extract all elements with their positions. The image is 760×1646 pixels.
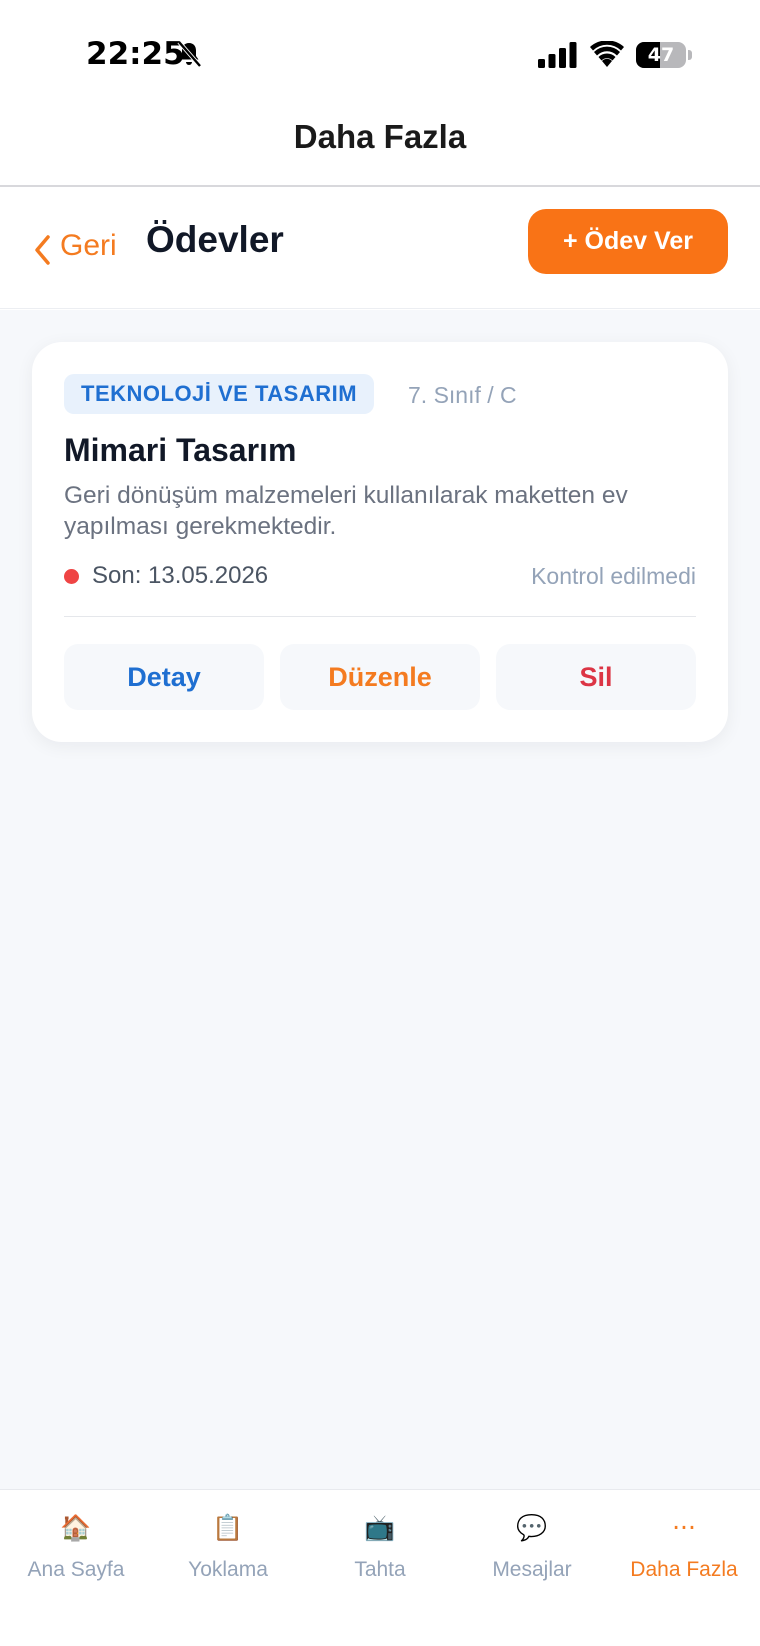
battery-indicator: 47 <box>636 42 692 68</box>
page-header: Geri Ödevler + Ödev Ver <box>0 187 760 309</box>
class-label: 7. Sınıf / C <box>408 382 517 408</box>
nav-title: Daha Fazla <box>293 118 467 155</box>
back-label: Geri <box>60 229 117 262</box>
tab-attendance[interactable]: 📋 Yoklama <box>152 1490 304 1610</box>
homework-title: Mimari Tasarım <box>64 432 297 468</box>
tab-label: Tahta <box>354 1558 406 1581</box>
tab-label: Daha Fazla <box>630 1558 738 1581</box>
tab-bar: 🏠 Ana Sayfa 📋 Yoklama 📺 Tahta 💬 Mesajlar… <box>0 1489 760 1646</box>
battery-level: 47 <box>647 44 675 66</box>
delete-button[interactable]: Sil <box>496 644 696 710</box>
status-bar: 22:25 47 <box>0 0 760 110</box>
subject-badge: TEKNOLOJİ VE TASARIM <box>64 374 375 414</box>
homework-description: Geri dönüşüm malzemeleri kullanılarak ma… <box>64 482 628 540</box>
check-status: Kontrol edilmedi <box>531 563 696 589</box>
chevron-left-icon <box>35 235 50 265</box>
bell-muted-icon <box>177 40 202 68</box>
cellular-signal-icon <box>538 42 577 68</box>
edit-button[interactable]: Düzenle <box>280 644 480 710</box>
tab-label: Yoklama <box>188 1558 268 1581</box>
detail-button[interactable]: Detay <box>64 644 264 710</box>
add-homework-button[interactable]: + Ödev Ver <box>528 209 728 274</box>
wifi-icon <box>590 41 624 67</box>
tv-icon: 📺 <box>364 1513 396 1542</box>
due-status-dot <box>64 569 79 584</box>
tab-label: Ana Sayfa <box>27 1558 125 1581</box>
tab-board[interactable]: 📺 Tahta <box>304 1490 456 1610</box>
card-divider <box>64 616 696 617</box>
homework-list: TEKNOLOJİ VE TASARIM 7. Sınıf / C Mimari… <box>0 310 760 1490</box>
tab-messages[interactable]: 💬 Mesajlar <box>456 1490 608 1610</box>
back-button[interactable]: Geri <box>32 221 117 271</box>
speech-bubble-icon: 💬 <box>516 1513 548 1542</box>
status-time: 22:25 <box>86 36 185 72</box>
ellipsis-icon: ··· <box>672 1513 696 1542</box>
tab-more[interactable]: ··· Daha Fazla <box>608 1490 760 1610</box>
house-icon: 🏠 <box>60 1513 92 1542</box>
page-title: Ödevler <box>146 219 284 260</box>
homework-card[interactable]: TEKNOLOJİ VE TASARIM 7. Sınıf / C Mimari… <box>32 342 728 742</box>
due-date: Son: 13.05.2026 <box>92 562 269 589</box>
tab-label: Mesajlar <box>492 1558 572 1581</box>
clipboard-icon: 📋 <box>212 1513 244 1542</box>
tab-home[interactable]: 🏠 Ana Sayfa <box>0 1490 152 1610</box>
